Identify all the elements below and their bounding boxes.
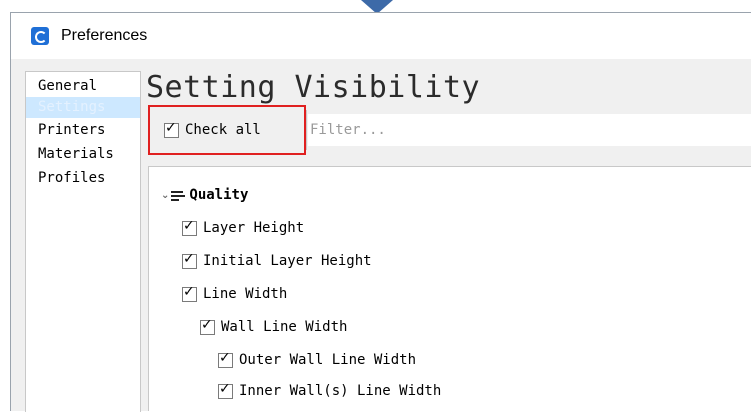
checkbox-checked-icon[interactable] [164, 120, 179, 138]
cura-app-icon [31, 27, 49, 45]
checkbox-checked-icon[interactable] [182, 218, 197, 236]
check-all-label: Check all [185, 122, 261, 138]
category-label: Quality [189, 187, 249, 203]
setting-label: Line Width [203, 286, 288, 302]
check-all-checkbox[interactable]: Check all [148, 105, 306, 155]
filter-input[interactable] [308, 114, 751, 146]
setting-row-initial-layer-height[interactable]: Initial Layer Height [182, 250, 372, 272]
title-bar: Preferences [11, 13, 751, 59]
setting-row-inner-wall-line-width[interactable]: Inner Wall(s) Line Width [218, 380, 441, 402]
setting-label: Outer Wall Line Width [239, 352, 417, 368]
sidebar-item-settings[interactable]: Settings [26, 97, 140, 118]
toolbar-divider [306, 110, 307, 150]
sidebar-item-profiles[interactable]: Profiles [26, 166, 140, 190]
checkbox-checked-icon[interactable] [182, 251, 197, 269]
setting-row-layer-height[interactable]: Layer Height [182, 217, 304, 239]
settings-tree: ⌄ Quality Layer Height Initial Layer Hei… [148, 166, 751, 411]
sidebar-item-printers[interactable]: Printers [26, 118, 140, 142]
checkbox-checked-icon[interactable] [200, 317, 215, 335]
setting-label: Inner Wall(s) Line Width [239, 383, 442, 399]
window-title: Preferences [61, 27, 148, 44]
quality-icon [171, 190, 186, 201]
preferences-sidebar: General Settings Printers Materials Prof… [25, 71, 141, 412]
setting-label: Layer Height [203, 220, 305, 236]
checkbox-checked-icon[interactable] [218, 381, 233, 399]
category-quality[interactable]: ⌄ Quality [161, 184, 248, 206]
setting-label: Initial Layer Height [203, 253, 372, 269]
page-title: Setting Visibility [146, 70, 481, 105]
sidebar-item-materials[interactable]: Materials [26, 142, 140, 166]
setting-label: Wall Line Width [221, 319, 348, 335]
checkbox-checked-icon[interactable] [182, 284, 197, 302]
sidebar-item-general[interactable]: General [26, 76, 140, 97]
chevron-down-icon[interactable]: ⌄ [161, 190, 169, 201]
checkbox-checked-icon[interactable] [218, 350, 233, 368]
setting-row-outer-wall-line-width[interactable]: Outer Wall Line Width [218, 349, 416, 371]
setting-row-wall-line-width[interactable]: Wall Line Width [200, 316, 347, 338]
setting-row-line-width[interactable]: Line Width [182, 283, 287, 305]
